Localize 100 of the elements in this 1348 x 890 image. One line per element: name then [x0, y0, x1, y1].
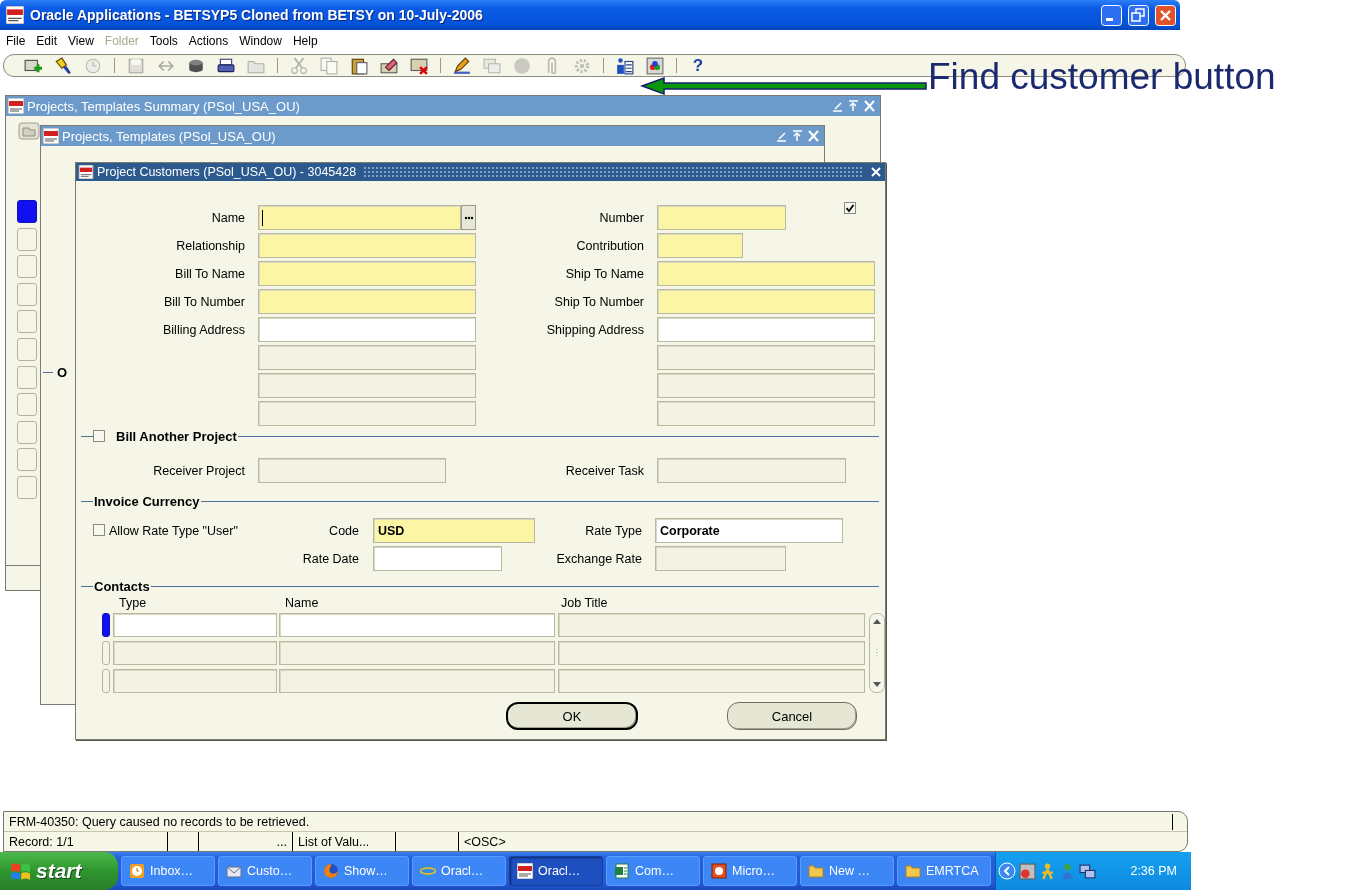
taskbar-button[interactable]: Com… [606, 856, 700, 886]
taskbar-button[interactable]: New … [800, 856, 894, 886]
input-field[interactable] [258, 401, 476, 426]
toolbar-button[interactable]: ? [683, 55, 713, 76]
column-header: Type [119, 596, 148, 610]
input-field[interactable] [113, 641, 277, 665]
input-field[interactable] [657, 373, 875, 398]
taskbar-button[interactable]: Custo… [218, 856, 312, 886]
input-field[interactable] [655, 546, 786, 571]
taskbar-button[interactable]: Micro… [703, 856, 797, 886]
menu-item[interactable]: View [68, 34, 94, 48]
text-cursor [1172, 814, 1173, 830]
clock-time: 2:36 PM [1130, 864, 1177, 878]
record-indicator[interactable] [102, 613, 110, 637]
menu-item[interactable]: File [6, 34, 26, 48]
restore-button[interactable] [1128, 4, 1149, 26]
close-icon[interactable] [863, 99, 876, 113]
record-indicator[interactable] [17, 200, 37, 223]
input-field[interactable] [258, 261, 476, 286]
gear-icon [573, 56, 591, 75]
input-field[interactable] [558, 613, 865, 637]
scroll-down-icon[interactable] [872, 680, 882, 689]
menu-item[interactable]: Actions [188, 34, 229, 48]
input-field[interactable] [657, 289, 875, 314]
taskbar-button[interactable]: EMRTCA [897, 856, 991, 886]
taskbar-button[interactable]: Oracl… [412, 856, 506, 886]
menu-item[interactable]: Window [239, 34, 282, 48]
scroll-up-icon[interactable] [872, 617, 882, 626]
input-field[interactable] [657, 458, 846, 483]
input-field[interactable] [657, 401, 875, 426]
taskbar-button[interactable]: Show… [315, 856, 409, 886]
delete-record-icon [410, 56, 428, 75]
checkbox[interactable] [93, 523, 105, 536]
windows-icon [483, 56, 501, 75]
window-title: Oracle Applications - BETSYP5 Cloned from BETSY on 10-July-2006 [30, 7, 483, 23]
palette-icon [646, 56, 664, 75]
menu-item[interactable]: Edit [36, 34, 58, 48]
input-field[interactable] [258, 205, 461, 230]
clipboard-icon [350, 56, 368, 75]
envelope-icon [226, 863, 242, 879]
field-label: Bill To Name [175, 266, 245, 281]
input-field[interactable]: USD [373, 518, 535, 543]
globe-icon [323, 863, 339, 879]
checkbox[interactable] [93, 430, 105, 442]
input-field[interactable] [258, 458, 446, 483]
taskbar-button[interactable]: Inbox… [121, 856, 215, 886]
field-label: Rate Type [585, 523, 642, 538]
input-field[interactable] [113, 613, 277, 637]
section-title: Contacts [93, 578, 151, 594]
ok-button[interactable]: OK [506, 702, 638, 730]
printer-icon [217, 56, 235, 75]
lov-button[interactable] [461, 205, 476, 230]
minimize-icon[interactable] [831, 99, 844, 113]
taskbar-button[interactable]: Oracl… [509, 856, 603, 886]
close-icon[interactable] [870, 166, 882, 178]
menu-item[interactable]: Tools [149, 34, 178, 48]
chevron-icon[interactable] [998, 862, 1016, 880]
field-label: Bill To Number [163, 294, 245, 309]
field-label: Receiver Task [565, 463, 644, 478]
field-label: Ship To Number [554, 294, 644, 309]
input-field[interactable] [657, 233, 743, 258]
network-icon[interactable] [1079, 862, 1096, 880]
input-field[interactable] [113, 669, 277, 693]
app-icon [6, 6, 24, 24]
input-field[interactable] [279, 669, 555, 693]
shield-icon[interactable] [1019, 862, 1036, 880]
input-field[interactable] [279, 641, 555, 665]
field-label: Shipping Address [546, 322, 644, 337]
start-button[interactable]: start [0, 852, 118, 890]
input-field[interactable] [258, 289, 476, 314]
field-label: Number [599, 210, 644, 225]
input-field[interactable] [657, 345, 875, 370]
input-field[interactable] [657, 317, 875, 342]
minimize-icon[interactable] [775, 129, 788, 143]
menu-item[interactable]: Help [292, 34, 318, 48]
input-field[interactable] [258, 373, 476, 398]
input-field[interactable] [258, 345, 476, 370]
close-icon[interactable] [807, 129, 820, 143]
running-person-icon[interactable] [1039, 862, 1056, 880]
input-field[interactable] [258, 233, 476, 258]
input-field[interactable] [258, 317, 476, 342]
input-field[interactable]: Corporate [655, 518, 843, 543]
checkbox[interactable] [844, 202, 856, 214]
input-field[interactable] [657, 205, 786, 230]
maximize-icon[interactable] [791, 129, 804, 143]
minimize-button[interactable] [1101, 4, 1122, 26]
folder-icon[interactable] [18, 122, 40, 140]
scrollbar[interactable] [869, 613, 885, 693]
input-field[interactable] [279, 613, 555, 637]
status-field: <OSC> [464, 834, 506, 849]
input-field[interactable] [558, 641, 865, 665]
input-field[interactable] [657, 261, 875, 286]
cancel-button[interactable]: Cancel [727, 702, 857, 730]
close-button[interactable] [1155, 4, 1176, 26]
presentation-icon [711, 863, 727, 879]
input-field[interactable] [373, 546, 502, 571]
maximize-icon[interactable] [847, 99, 860, 113]
folder-icon [808, 863, 824, 879]
window-title: Projects, Templates Summary (PSol_USA_OU) [27, 98, 300, 114]
input-field[interactable] [558, 669, 865, 693]
